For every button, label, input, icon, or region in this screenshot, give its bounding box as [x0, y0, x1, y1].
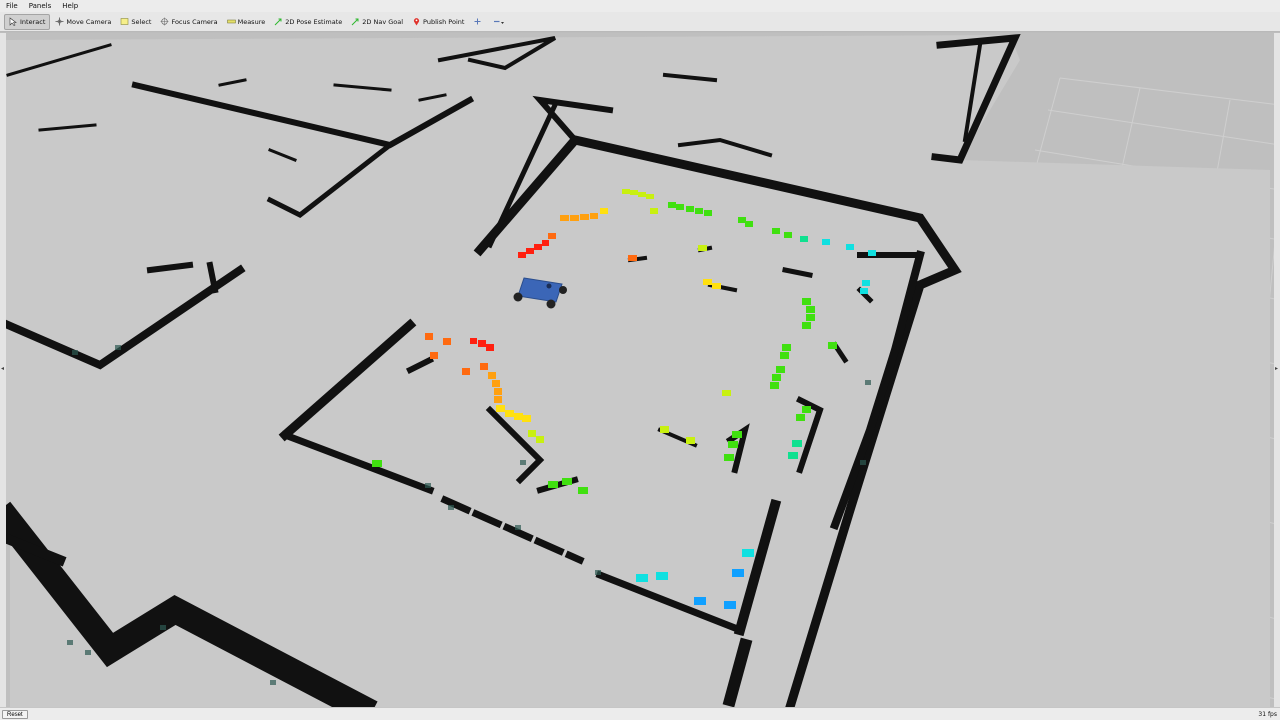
expand-right-icon: ▸ — [1275, 365, 1279, 372]
status-bar: Reset 31 fps — [0, 707, 1280, 720]
green-arrow-icon — [351, 18, 359, 26]
publish-point-label: Publish Point — [423, 17, 465, 26]
map-scene — [6, 33, 1274, 707]
tool-bar: Interact Move Camera Select Focus Camera… — [0, 12, 1280, 32]
interact-tool-button[interactable]: Interact — [4, 13, 51, 30]
select-label: Select — [131, 17, 152, 26]
expand-left-icon: ◂ — [1, 365, 5, 372]
2d-pose-estimate-tool-button[interactable]: 2D Pose Estimate — [270, 14, 346, 30]
move-camera-tool-button[interactable]: Move Camera — [51, 14, 115, 30]
menu-panels[interactable]: Panels — [23, 0, 57, 12]
ruler-icon — [226, 19, 236, 24]
2d-nav-goal-tool-button[interactable]: 2D Nav Goal — [347, 14, 407, 30]
minus-dropdown-icon — [494, 20, 505, 24]
remove-tool-dropdown[interactable] — [489, 14, 511, 30]
add-tool-button[interactable] — [469, 14, 488, 30]
menu-help[interactable]: Help — [56, 0, 83, 12]
green-arrow-icon — [274, 18, 282, 26]
select-tool-button[interactable]: Select — [116, 14, 155, 30]
move-camera-label: Move Camera — [66, 17, 112, 26]
fps-readout: 31 fps — [1258, 711, 1277, 718]
move-arrows-icon — [55, 17, 64, 26]
plus-icon — [474, 18, 481, 25]
reset-button[interactable]: Reset — [2, 710, 28, 719]
measure-tool-button[interactable]: Measure — [223, 14, 270, 30]
2d-nav-goal-label: 2D Nav Goal — [362, 17, 404, 26]
focus-camera-tool-button[interactable]: Focus Camera — [156, 14, 221, 30]
measure-label: Measure — [237, 17, 266, 26]
publish-point-tool-button[interactable]: Publish Point — [408, 14, 468, 30]
menu-file[interactable]: File — [0, 0, 23, 12]
3d-render-viewport[interactable] — [6, 33, 1274, 707]
crosshair-icon — [160, 17, 169, 26]
pointer-icon — [9, 17, 17, 26]
right-dock-handle[interactable]: ▸ — [1273, 33, 1280, 707]
map-pin-icon — [413, 18, 420, 26]
interact-label: Interact — [20, 17, 46, 26]
2d-pose-estimate-label: 2D Pose Estimate — [285, 17, 343, 26]
focus-camera-label: Focus Camera — [171, 17, 218, 26]
select-box-icon — [121, 18, 129, 25]
